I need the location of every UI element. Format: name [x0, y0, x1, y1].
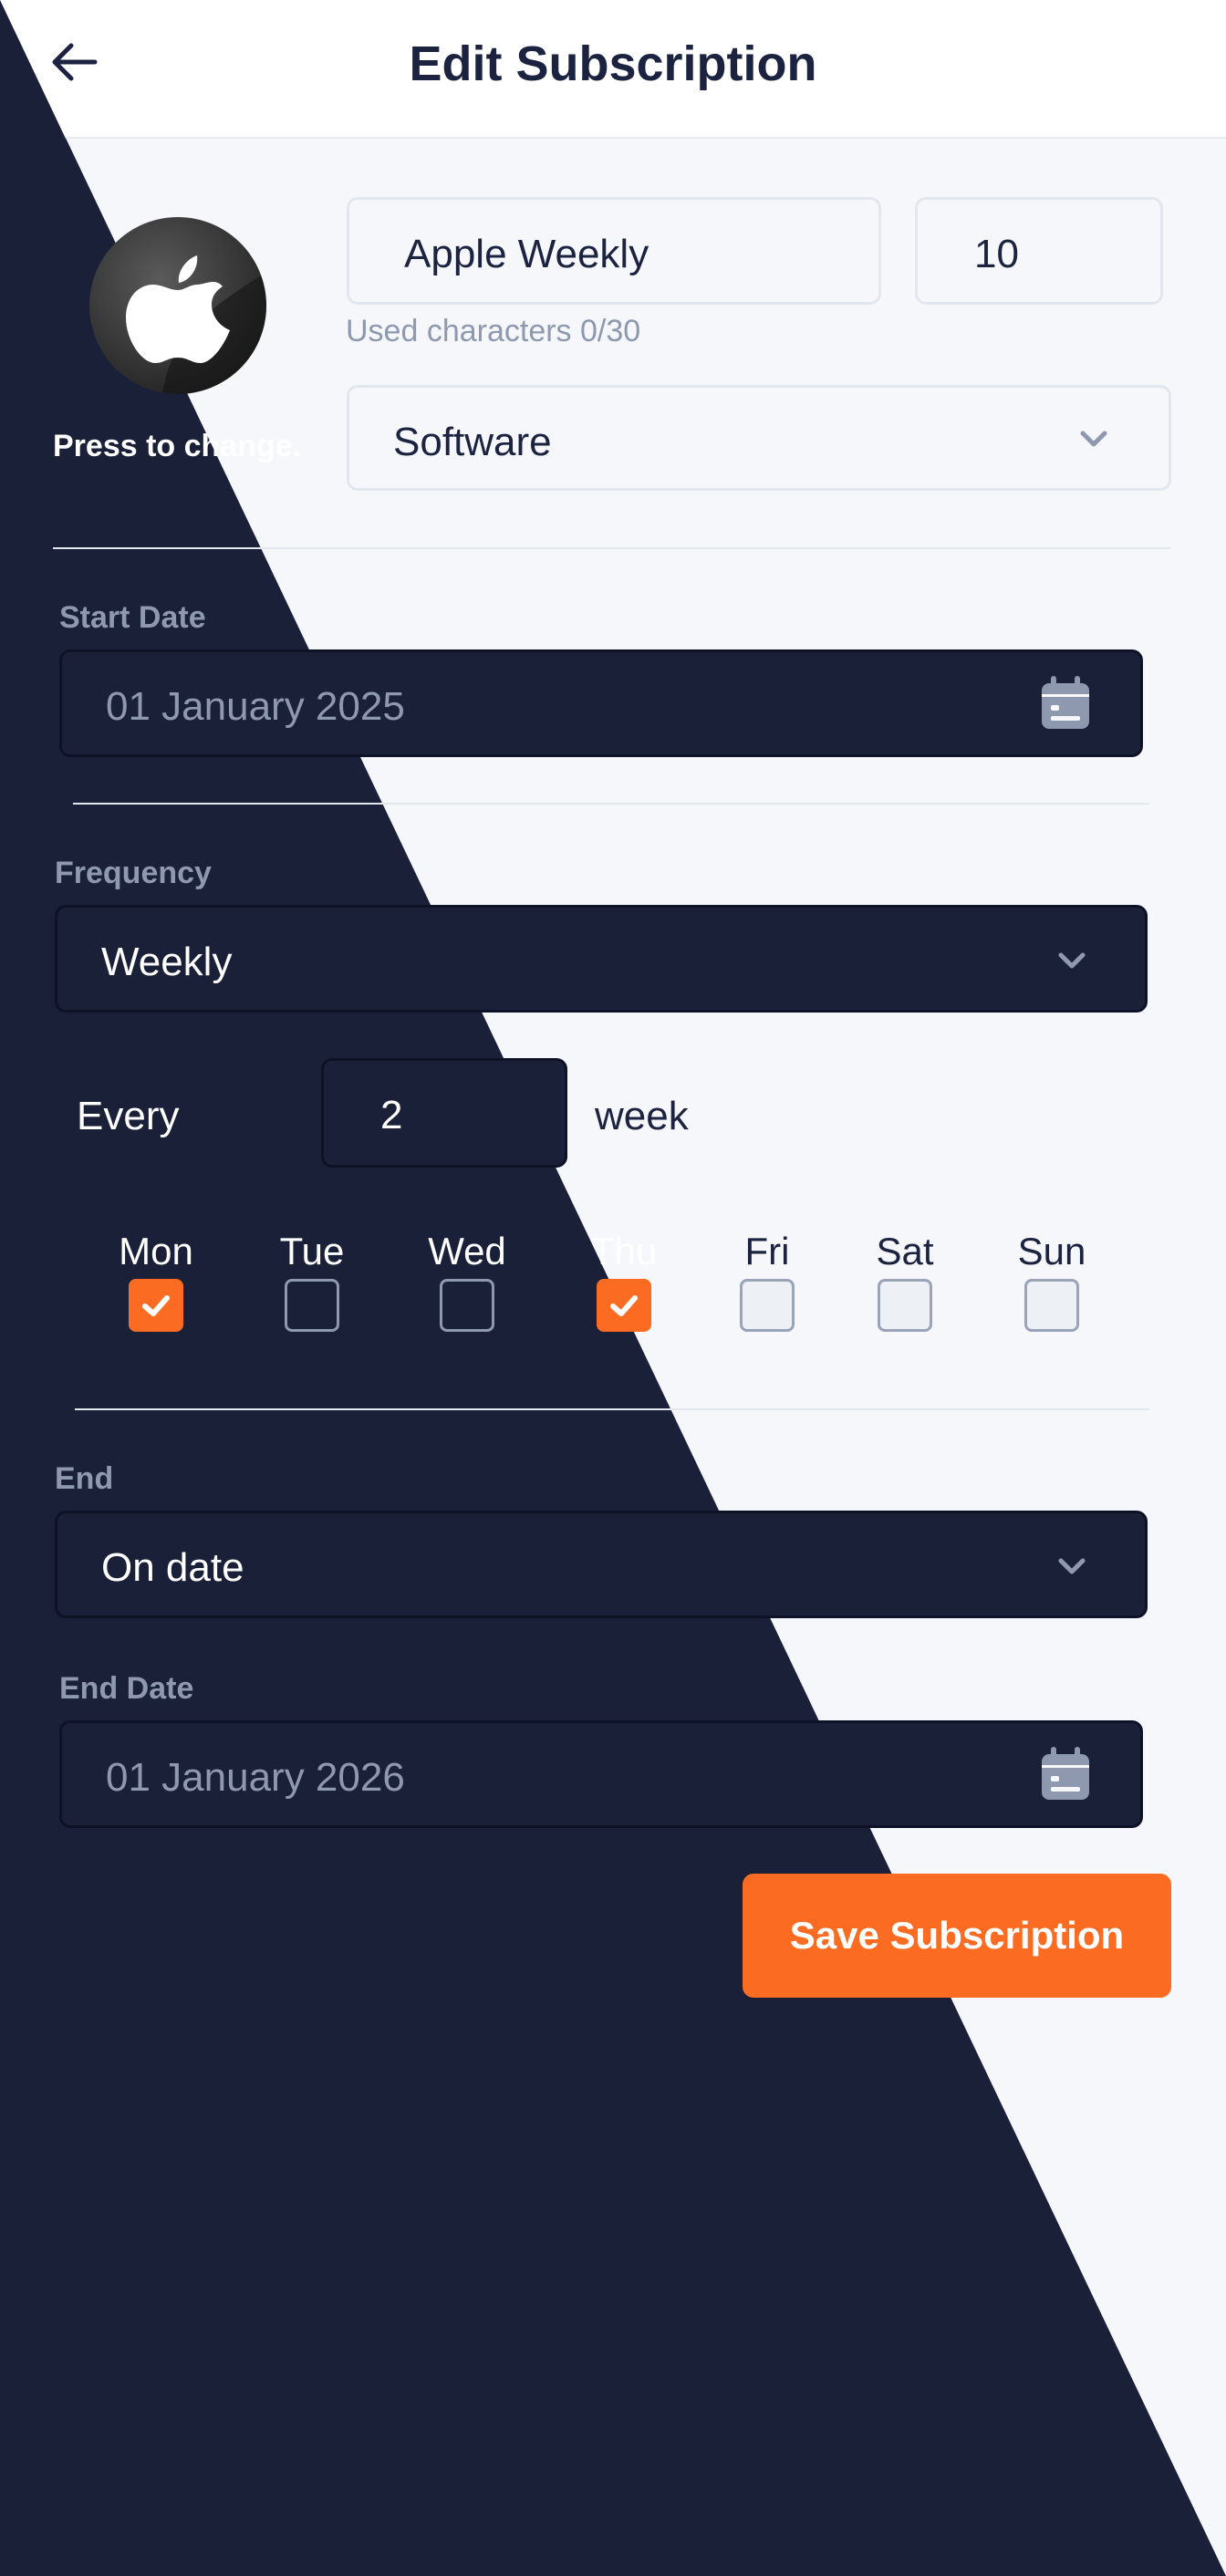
- start-date-input[interactable]: 01 January 2025: [59, 649, 1143, 757]
- frequency-value: Weekly: [101, 940, 233, 984]
- day-checkbox-wed[interactable]: [440, 1279, 494, 1332]
- end-label: End: [55, 1461, 114, 1496]
- frequency-label: Frequency: [55, 856, 212, 890]
- check-icon: [142, 1295, 170, 1316]
- day-checkbox-sat[interactable]: [878, 1279, 932, 1332]
- category-value: Software: [393, 420, 552, 464]
- end-select[interactable]: On date: [55, 1511, 1148, 1618]
- interval-prefix: Every: [77, 1094, 180, 1138]
- apple-logo-icon: [126, 255, 266, 394]
- day-label-thu: Thu: [590, 1230, 658, 1272]
- change-logo-hint[interactable]: Press to change.: [53, 429, 301, 464]
- chevron-down-icon: [1058, 1558, 1086, 1574]
- subscription-name-value: Apple Weekly: [404, 232, 649, 276]
- frequency-select[interactable]: Weekly: [55, 905, 1148, 1013]
- price-value: 10: [974, 232, 1019, 276]
- page-title: Edit Subscription: [409, 36, 817, 91]
- day-checkbox-thu[interactable]: [597, 1279, 651, 1332]
- end-value: On date: [101, 1545, 244, 1590]
- interval-value: 2: [380, 1093, 403, 1137]
- interval-unit: week: [595, 1094, 689, 1138]
- price-input[interactable]: 10: [915, 197, 1163, 305]
- day-label-tue: Tue: [279, 1230, 345, 1272]
- chevron-down-icon: [1080, 431, 1107, 447]
- day-label-sun: Sun: [1017, 1230, 1086, 1272]
- end-date-value: 01 January 2026: [106, 1755, 405, 1800]
- calendar-icon[interactable]: [1040, 676, 1091, 731]
- day-checkbox-sun[interactable]: [1024, 1279, 1079, 1332]
- divider: [73, 803, 1149, 805]
- divider: [75, 1408, 1149, 1410]
- chevron-down-icon: [1058, 952, 1086, 969]
- day-label-mon: Mon: [119, 1230, 193, 1272]
- day-label-fri: Fri: [744, 1230, 790, 1272]
- end-date-label: End Date: [59, 1671, 194, 1706]
- interval-input[interactable]: 2: [321, 1058, 567, 1168]
- end-date-input[interactable]: 01 January 2026: [59, 1720, 1143, 1828]
- start-date-label: Start Date: [59, 600, 206, 635]
- calendar-icon[interactable]: [1040, 1747, 1091, 1802]
- start-date-value: 01 January 2025: [106, 684, 405, 729]
- screen: Edit Subscription Press to change. Apple…: [0, 0, 1226, 2576]
- category-select[interactable]: Software: [347, 385, 1171, 491]
- divider: [53, 547, 1171, 549]
- save-subscription-button[interactable]: Save Subscription: [743, 1874, 1171, 1998]
- day-label-sat: Sat: [876, 1230, 934, 1272]
- subscription-name-input[interactable]: Apple Weekly: [347, 197, 881, 305]
- day-checkbox-fri[interactable]: [740, 1279, 795, 1332]
- day-checkbox-mon[interactable]: [129, 1279, 183, 1332]
- apple-logo-icon[interactable]: [89, 217, 266, 394]
- check-icon: [610, 1295, 638, 1316]
- day-label-wed: Wed: [428, 1230, 506, 1272]
- char-counter: Used characters 0/30: [346, 314, 641, 348]
- day-checkbox-tue[interactable]: [285, 1279, 339, 1332]
